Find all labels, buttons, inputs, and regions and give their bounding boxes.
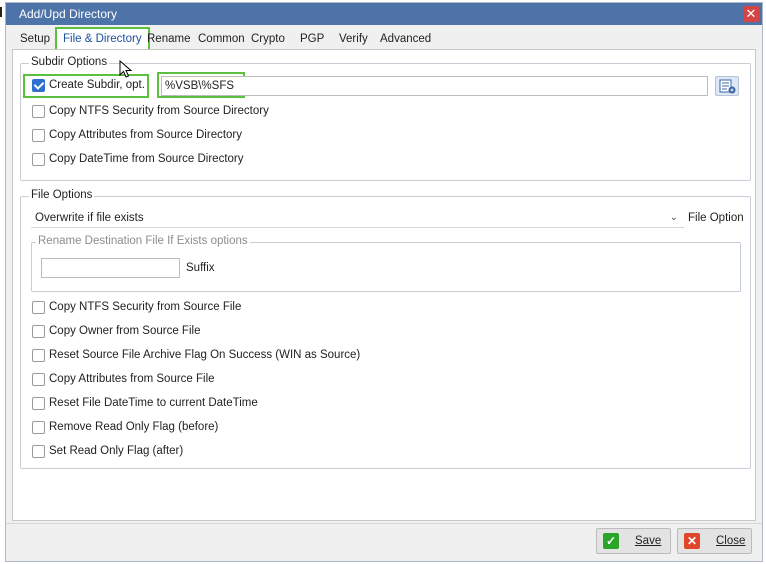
file-options-title: File Options (29, 189, 95, 201)
remove-read-only-checkbox[interactable]: Remove Read Only Flag (before) (32, 420, 292, 436)
copy-owner-file-check[interactable] (32, 325, 45, 338)
check-icon: ✓ (603, 533, 619, 549)
copy-owner-file-label: Copy Owner from Source File (49, 325, 201, 337)
macro-list-icon (719, 79, 736, 94)
copy-ntfs-security-file-checkbox[interactable]: Copy NTFS Security from Source File (32, 300, 292, 316)
chevron-down-icon[interactable]: ⌄ (670, 208, 678, 228)
tab-setup[interactable]: Setup (20, 31, 50, 47)
copy-attributes-file-checkbox[interactable]: Copy Attributes from Source File (32, 372, 292, 388)
tab-verify[interactable]: Verify (339, 31, 368, 47)
copy-attributes-dir-check[interactable] (32, 129, 45, 142)
copy-ntfs-security-file-check[interactable] (32, 301, 45, 314)
copy-datetime-dir-checkbox[interactable]: Copy DateTime from Source Directory (32, 152, 292, 168)
window-title: Add/Upd Directory (19, 7, 118, 21)
remove-read-only-check[interactable] (32, 421, 45, 434)
rename-dest-group: Rename Destination File If Exists option… (31, 235, 741, 292)
save-button-label: Save (635, 535, 662, 547)
close-button-label: Close (716, 535, 746, 547)
set-read-only-checkbox[interactable]: Set Read Only Flag (after) (32, 444, 292, 460)
copy-datetime-dir-check[interactable] (32, 153, 45, 166)
create-subdir-label: Create Subdir, opt. (49, 79, 145, 91)
tab-rename[interactable]: Rename (147, 31, 190, 47)
close-button[interactable]: ✕ Close (677, 528, 752, 554)
copy-datetime-dir-label: Copy DateTime from Source Directory (49, 153, 244, 165)
button-bar: ✓ Save ✕ Close (6, 523, 762, 561)
copy-owner-file-checkbox[interactable]: Copy Owner from Source File (32, 324, 292, 340)
create-subdir-check[interactable] (32, 79, 45, 92)
suffix-label: Suffix (186, 262, 215, 274)
tab-file-directory[interactable]: File & Directory (55, 27, 150, 51)
file-option-value: Overwrite if file exists (35, 212, 144, 224)
copy-attributes-dir-label: Copy Attributes from Source Directory (49, 129, 243, 141)
reset-archive-flag-checkbox[interactable]: Reset Source File Archive Flag On Succes… (32, 348, 372, 364)
save-button[interactable]: ✓ Save (596, 528, 671, 554)
copy-attributes-file-check[interactable] (32, 373, 45, 386)
reset-archive-flag-label: Reset Source File Archive Flag On Succes… (49, 349, 361, 361)
create-subdir-checkbox[interactable]: Create Subdir, opt. (32, 78, 152, 94)
tab-advanced[interactable]: Advanced (380, 31, 431, 47)
reset-archive-flag-check[interactable] (32, 349, 45, 362)
tab-pgp[interactable]: PGP (300, 31, 324, 47)
copy-attributes-file-label: Copy Attributes from Source File (49, 373, 215, 385)
x-icon: ✕ (684, 533, 700, 549)
reset-file-datetime-checkbox[interactable]: Reset File DateTime to current DateTime (32, 396, 292, 412)
file-option-label: File Option (688, 212, 744, 224)
subdir-options-group: Subdir Options Create Subdir, opt. %VSB\… (20, 56, 751, 181)
dialog-window: Add/Upd Directory ✕ Setup File & Directo… (5, 2, 763, 562)
subdir-path-input[interactable] (161, 76, 708, 96)
file-option-select[interactable]: Overwrite if file exists ⌄ (31, 208, 684, 228)
macro-list-button[interactable] (715, 76, 739, 96)
suffix-input[interactable] (41, 258, 180, 278)
rename-dest-title: Rename Destination File If Exists option… (36, 235, 250, 247)
copy-ntfs-security-dir-check[interactable] (32, 105, 45, 118)
file-options-group: File Options Overwrite if file exists ⌄ … (20, 189, 751, 469)
remove-read-only-label: Remove Read Only Flag (before) (49, 421, 219, 433)
set-read-only-check[interactable] (32, 445, 45, 458)
tab-common[interactable]: Common (198, 31, 245, 47)
reset-file-datetime-check[interactable] (32, 397, 45, 410)
subdir-options-title: Subdir Options (29, 56, 110, 68)
file-directory-panel: Subdir Options Create Subdir, opt. %VSB\… (12, 49, 756, 521)
reset-file-datetime-label: Reset File DateTime to current DateTime (49, 397, 258, 409)
tab-strip: Setup File & Directory Rename Common Cry… (6, 27, 762, 51)
set-read-only-label: Set Read Only Flag (after) (49, 445, 184, 457)
copy-ntfs-security-dir-label: Copy NTFS Security from Source Directory (49, 105, 269, 117)
tab-crypto[interactable]: Crypto (251, 31, 285, 47)
close-window-icon[interactable]: ✕ (743, 6, 759, 22)
edge-artifact (0, 7, 2, 17)
copy-attributes-dir-checkbox[interactable]: Copy Attributes from Source Directory (32, 128, 292, 144)
title-bar: Add/Upd Directory ✕ (6, 3, 762, 25)
mouse-cursor-icon (119, 60, 133, 78)
copy-ntfs-security-dir-checkbox[interactable]: Copy NTFS Security from Source Directory (32, 104, 292, 120)
copy-ntfs-security-file-label: Copy NTFS Security from Source File (49, 301, 242, 313)
